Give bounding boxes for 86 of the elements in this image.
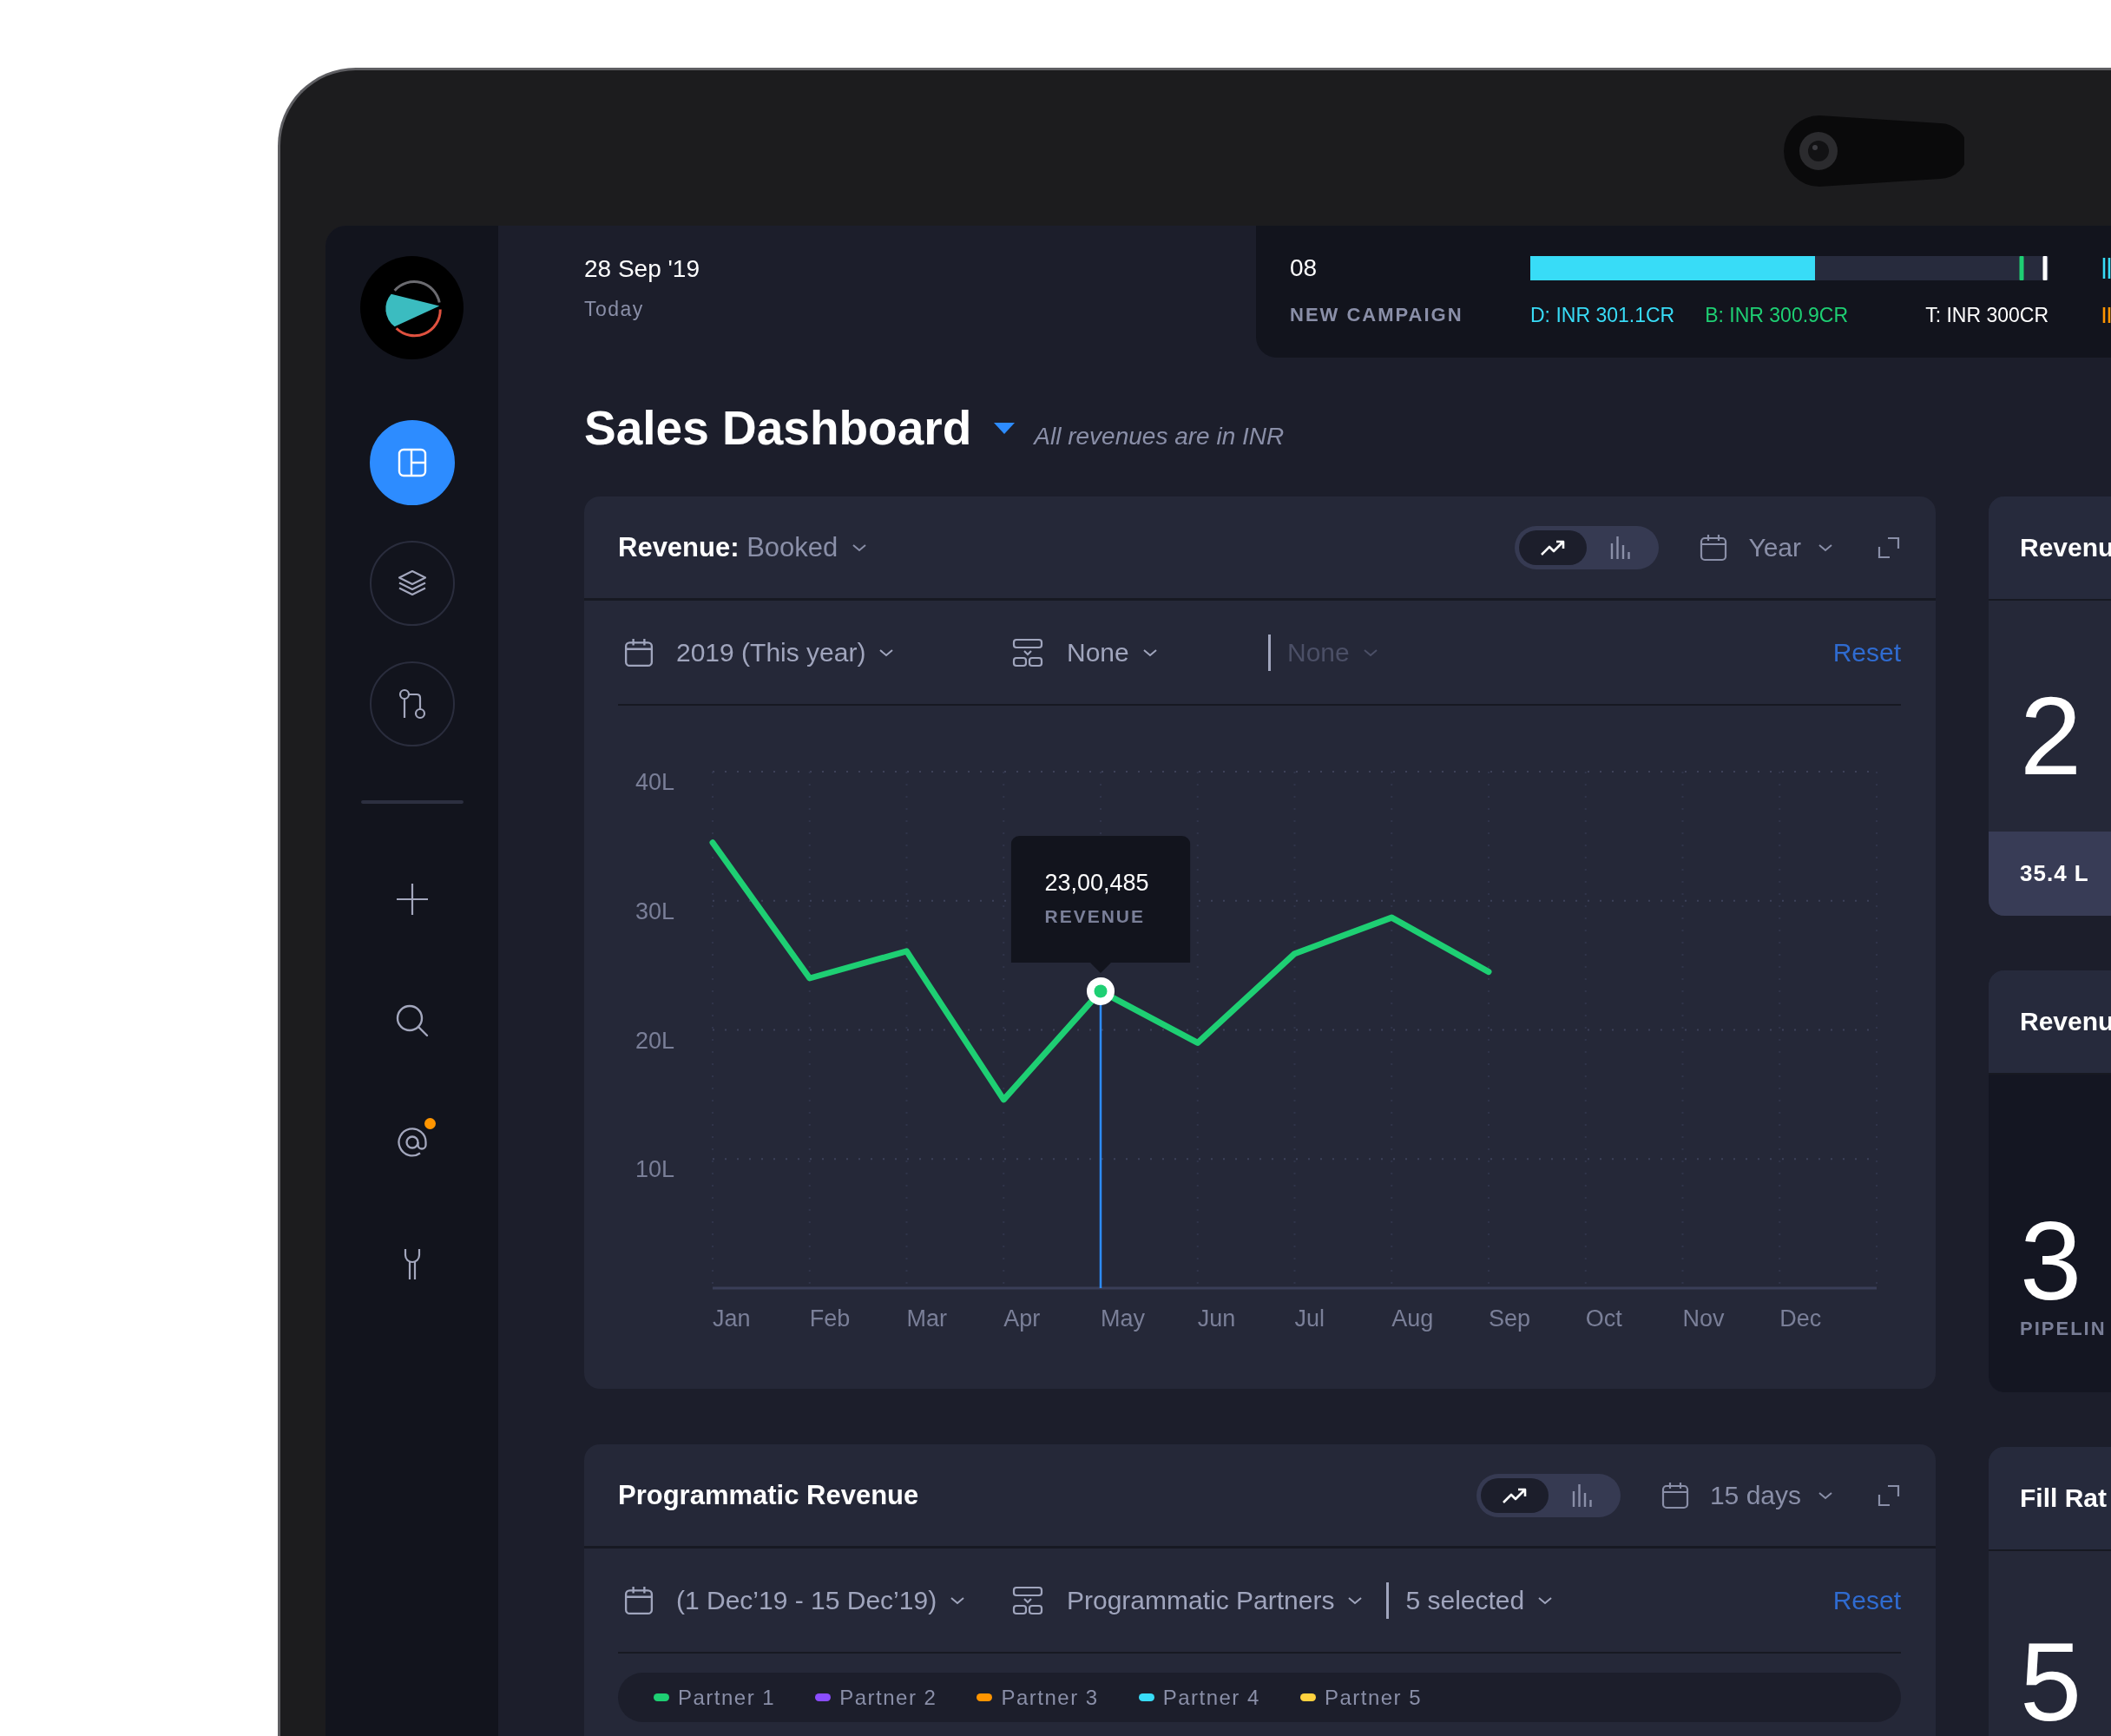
campaign-number: 08 bbox=[1290, 254, 1319, 282]
chevron-down-icon bbox=[1362, 648, 1378, 657]
bar-chart-icon bbox=[1570, 1482, 1594, 1509]
date-text: 28 Sep '19 bbox=[584, 254, 700, 284]
x-axis-label: Apr bbox=[1003, 1305, 1041, 1332]
wrench-icon bbox=[402, 1247, 422, 1280]
date-filter-dropdown[interactable]: (1 Dec’19 - 15 Dec’19) bbox=[624, 1584, 989, 1616]
y-axis-label: 20L bbox=[635, 1027, 675, 1054]
caret-icon[interactable] bbox=[994, 422, 1016, 434]
date-filter-dropdown[interactable]: 2019 (This year) bbox=[624, 636, 989, 668]
x-axis-label: Dec bbox=[1779, 1305, 1822, 1332]
x-axis-label: Sep bbox=[1489, 1305, 1531, 1332]
camera-icon bbox=[1784, 115, 1964, 187]
hierarchy-icon bbox=[1011, 637, 1044, 667]
legend-label: Partner 5 bbox=[1324, 1685, 1423, 1710]
plus-icon bbox=[395, 883, 429, 916]
campaign-figure: B: INR 300.9CR bbox=[1705, 303, 1849, 327]
metric-dropdown[interactable]: Revenue: Booked bbox=[618, 530, 868, 564]
tick-marks-icon bbox=[2102, 307, 2111, 323]
x-axis-label: Jan bbox=[713, 1305, 751, 1332]
expand-icon bbox=[1877, 1483, 1901, 1508]
date-caption: Today bbox=[584, 297, 644, 322]
x-axis-label: Jun bbox=[1197, 1305, 1236, 1332]
period-dropdown[interactable]: 15 days bbox=[1661, 1480, 1833, 1510]
branch-icon bbox=[397, 688, 427, 720]
campaign-figure: T: INR 300CR bbox=[1925, 303, 2049, 327]
x-axis-label: Aug bbox=[1391, 1305, 1434, 1332]
metric-value: 5 bbox=[2020, 1630, 2082, 1734]
calendar-icon bbox=[1661, 1481, 1689, 1509]
chevron-down-icon bbox=[1141, 648, 1158, 657]
y-axis-label: 40L bbox=[635, 769, 675, 796]
x-axis-label: Oct bbox=[1585, 1305, 1622, 1332]
metric-value: 2 bbox=[2020, 684, 2082, 788]
card-title: Programmatic Revenue bbox=[618, 1478, 919, 1512]
search-icon bbox=[395, 1004, 429, 1037]
x-axis-label: Nov bbox=[1682, 1305, 1725, 1332]
legend-label: Partner 4 bbox=[1162, 1685, 1260, 1710]
currency-note: All revenues are in INR bbox=[1034, 423, 1285, 450]
layout-icon bbox=[397, 448, 427, 477]
sub-filter-dropdown[interactable]: 5 selected bbox=[1405, 1584, 1554, 1616]
layers-icon bbox=[396, 569, 428, 597]
logo-icon bbox=[360, 256, 464, 359]
chevron-down-icon bbox=[1818, 542, 1833, 552]
y-axis-label: 30L bbox=[635, 898, 675, 924]
campaign-figure: D: INR 301.1CR bbox=[1530, 303, 1675, 327]
group-by-dropdown[interactable]: Programmatic Partners bbox=[1011, 1584, 1364, 1616]
x-axis-label: Mar bbox=[906, 1305, 947, 1332]
metric-caption: PIPELIN bbox=[2020, 1318, 2107, 1340]
line-chart-tab[interactable] bbox=[1519, 529, 1588, 565]
metric-value: 3 bbox=[2020, 1209, 2082, 1313]
bar-chart-icon bbox=[1609, 534, 1633, 561]
period-dropdown[interactable]: Year bbox=[1700, 532, 1833, 562]
x-axis-label: May bbox=[1101, 1305, 1145, 1332]
calendar-icon bbox=[624, 1585, 654, 1615]
chevron-down-icon bbox=[878, 648, 895, 657]
card-title: Fill Rat bbox=[2020, 1483, 2107, 1513]
legend-label: Partner 1 bbox=[678, 1685, 776, 1710]
trend-line-icon bbox=[1501, 1486, 1528, 1504]
x-axis-label: Jul bbox=[1294, 1305, 1325, 1332]
legend-label: Partner 2 bbox=[839, 1685, 937, 1710]
chevron-down-icon bbox=[1818, 1490, 1833, 1500]
calendar-icon bbox=[624, 637, 654, 667]
tick-marks-icon bbox=[2102, 258, 2111, 279]
legend-label: Partner 3 bbox=[1001, 1685, 1099, 1710]
expand-icon bbox=[1877, 535, 1901, 560]
y-axis-label: 10L bbox=[635, 1156, 675, 1183]
chevron-down-icon bbox=[950, 1595, 966, 1605]
x-axis-label: Feb bbox=[809, 1305, 851, 1332]
tooltip-value: 23,00,485 bbox=[1044, 868, 1150, 897]
hierarchy-icon bbox=[1011, 1585, 1044, 1615]
line-chart-tab[interactable] bbox=[1480, 1477, 1549, 1513]
campaign-name: NEW CAMPAIGN bbox=[1290, 303, 1464, 327]
layers-button[interactable] bbox=[369, 541, 455, 626]
branch-button[interactable] bbox=[369, 661, 455, 746]
chevron-down-icon bbox=[1347, 1595, 1364, 1605]
chevron-down-icon bbox=[852, 542, 868, 552]
at-sign-icon bbox=[396, 1127, 428, 1158]
trend-line-icon bbox=[1540, 538, 1567, 556]
group-by-dropdown[interactable]: None bbox=[1011, 636, 1245, 668]
chevron-down-icon bbox=[1537, 1595, 1554, 1605]
tooltip-label: REVENUE bbox=[1044, 904, 1147, 928]
page-title: Sales Dashboard bbox=[584, 400, 972, 457]
expand-button[interactable] bbox=[1877, 535, 1901, 560]
footer-value: 35.4 L bbox=[2020, 860, 2089, 887]
calendar-icon bbox=[1700, 533, 1728, 562]
expand-button[interactable] bbox=[1877, 1483, 1901, 1508]
